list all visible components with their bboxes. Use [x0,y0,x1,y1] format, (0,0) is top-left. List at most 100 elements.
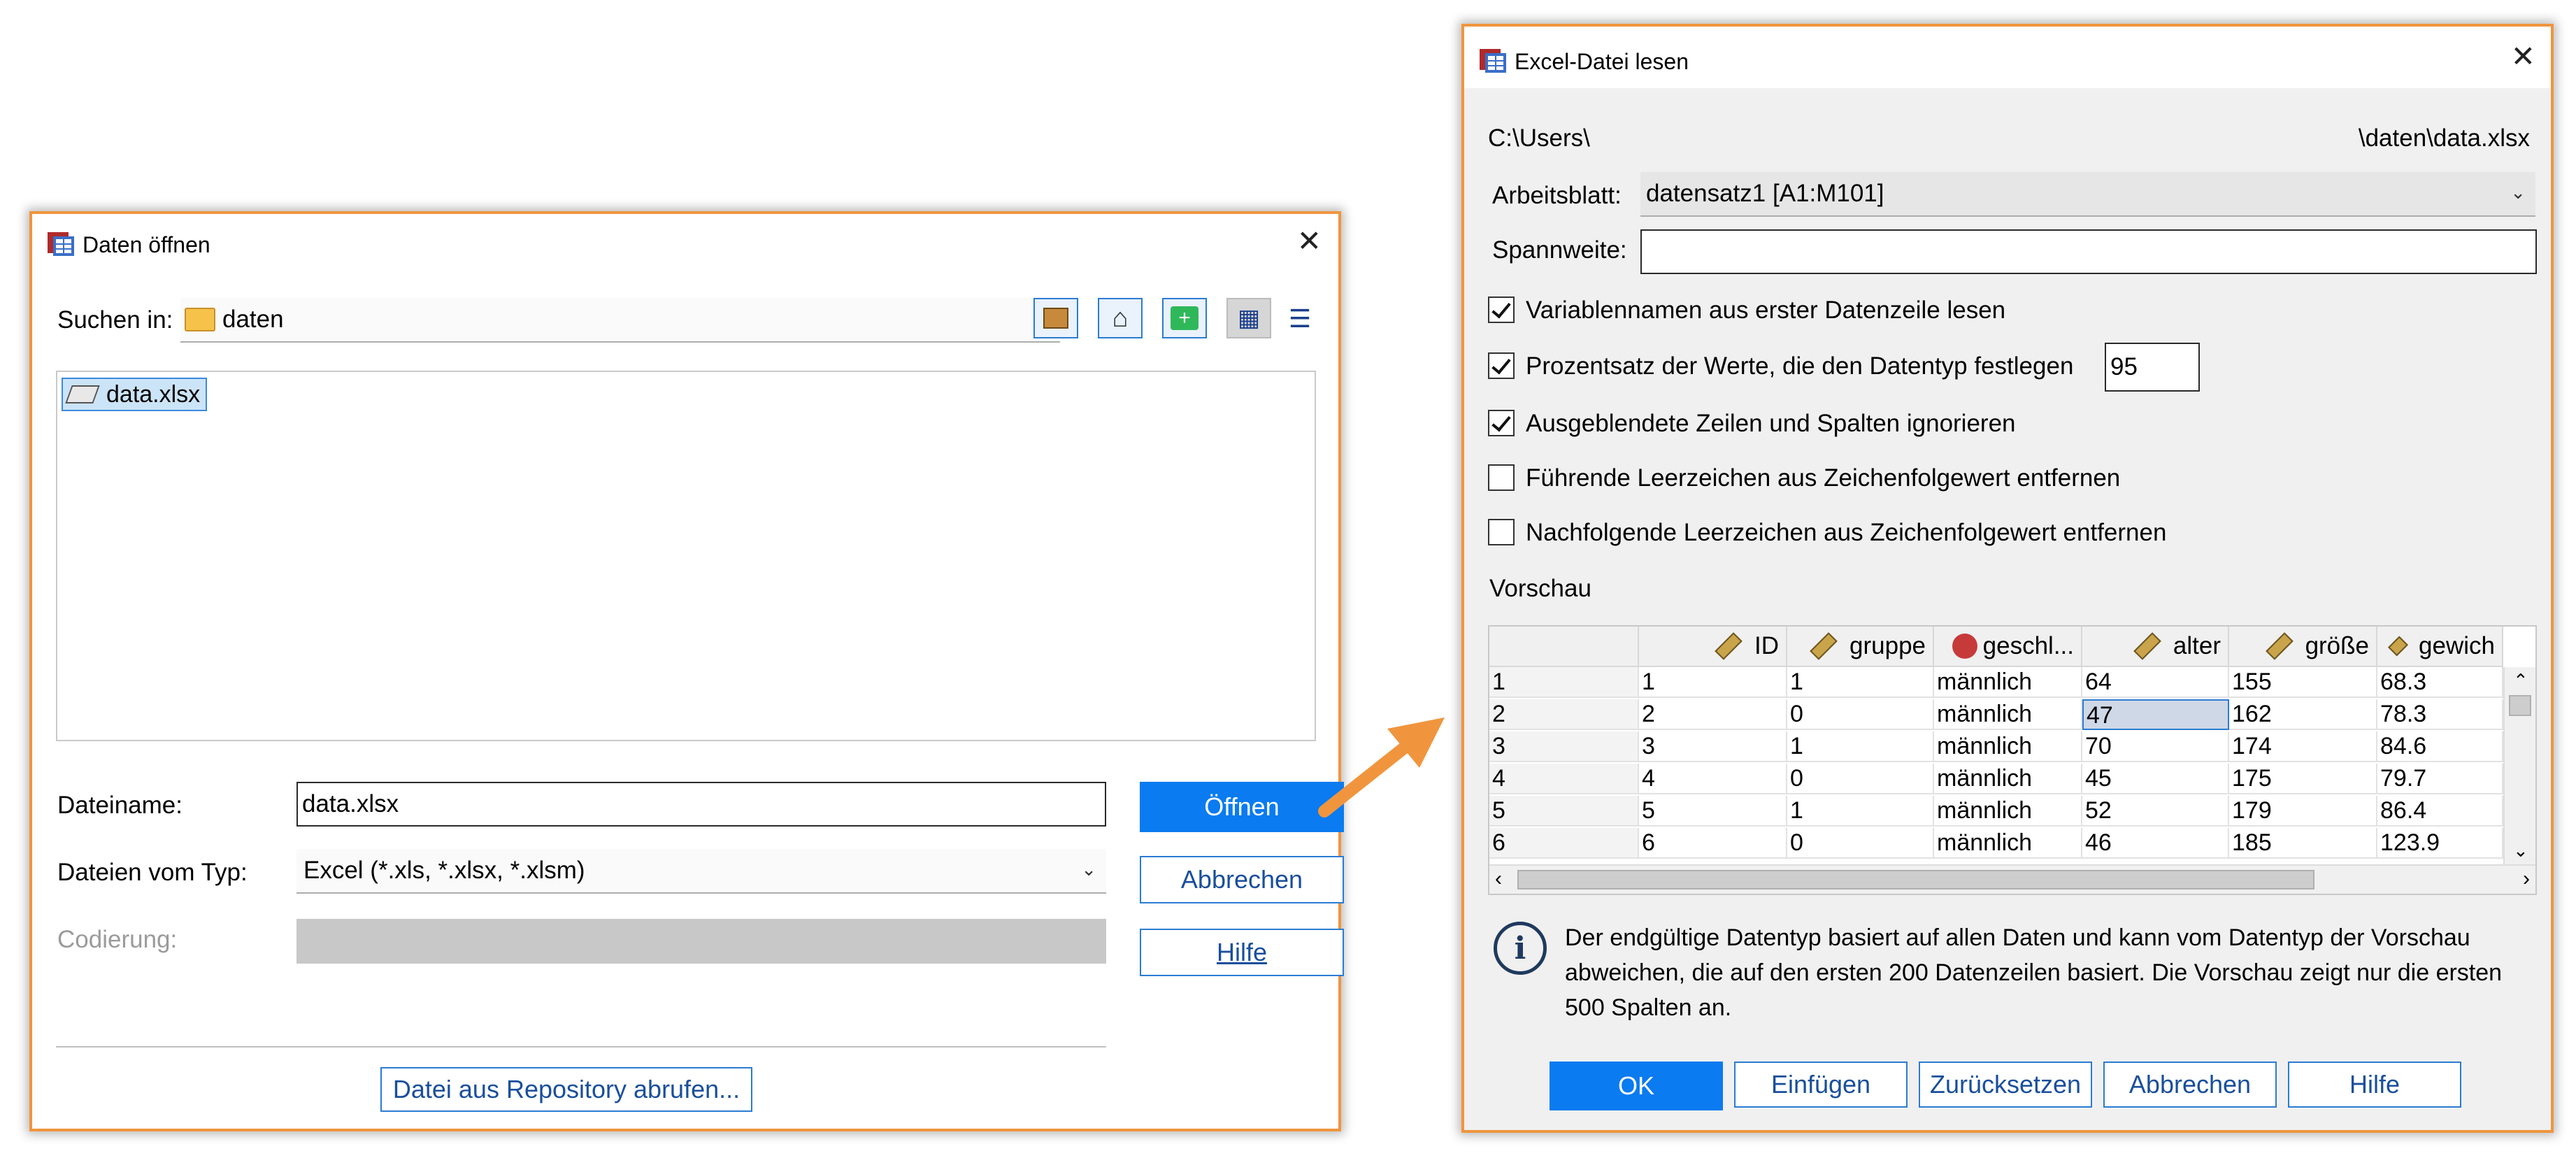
checkbox-percent-values[interactable] [1488,352,1515,379]
grid-cell[interactable]: 6 [1639,828,1787,859]
chevron-up-icon[interactable]: ⌃ [2513,670,2528,692]
grid-cell[interactable]: 64 [2082,667,2229,698]
up-folder-button[interactable] [1033,298,1078,338]
look-in-dropdown[interactable]: daten ⌄ [180,298,1060,343]
grid-cell[interactable]: 1 [1787,667,1934,698]
checkbox-read-variable-names[interactable] [1488,296,1515,323]
new-folder-button[interactable]: + [1162,298,1207,338]
filetype-dropdown[interactable]: Excel (*.xls, *.xlsx, *.xlsm) ⌄ [296,849,1106,894]
chevron-down-icon: ⌄ [1081,858,1096,880]
column-header-gewicht[interactable]: gewich [2377,627,2503,667]
scroll-thumb[interactable] [1517,870,2314,889]
column-header-gruppe[interactable]: gruppe [1787,627,1934,667]
list-view-button[interactable]: ▦ [1226,298,1271,338]
close-icon[interactable]: ✕ [2511,42,2535,71]
grid-cell[interactable]: 179 [2229,796,2377,827]
grid-cell[interactable]: 52 [2082,796,2229,827]
filetype-value: Excel (*.xls, *.xlsx, *.xlsm) [303,857,585,884]
checkbox-ignore-hidden[interactable] [1488,410,1515,436]
grid-cell[interactable]: 155 [2229,667,2377,698]
home-button[interactable]: ⌂ [1098,298,1143,338]
grid-cell[interactable]: 86.4 [2377,796,2503,827]
option-label: Nachfolgende Leerzeichen aus Zeichenfolg… [1526,519,2167,546]
help-button[interactable]: Hilfe [1140,929,1344,976]
range-input[interactable] [1640,229,2537,274]
scroll-thumb[interactable] [2509,695,2531,716]
column-header-alter[interactable]: alter [2082,627,2229,667]
chevron-right-icon[interactable]: › [2523,867,2530,891]
option-label: Führende Leerzeichen aus Zeichenfolgewer… [1526,464,2121,492]
grid-cell[interactable]: 78.3 [2377,699,2503,730]
grid-cell[interactable]: 0 [1787,828,1934,859]
column-header-id[interactable]: ID [1639,627,1787,667]
grid-cell[interactable]: 5 [1639,796,1787,827]
grid-cell[interactable]: 174 [2229,731,2377,762]
nominal-string-icon [1952,634,1977,659]
scale-measure-icon [1810,632,1838,660]
small-icons-view-icon: ▦ [1237,305,1261,331]
grid-cell[interactable]: männlich [1934,796,2082,827]
grid-cell[interactable]: 2 [1639,699,1787,730]
grid-cell[interactable]: 68.3 [2377,667,2503,698]
preview-grid[interactable]: ID gruppe geschl... alter größe gewich 1… [1488,625,2537,895]
details-view-button[interactable]: ☰ [1284,303,1316,334]
grid-cell[interactable]: 84.6 [2377,731,2503,762]
excel-file-icon [65,385,100,403]
grid-cell[interactable]: 70 [2082,731,2229,762]
cancel-button[interactable]: Abbrechen [2103,1062,2277,1108]
help-button[interactable]: Hilfe [2288,1062,2461,1108]
column-header-groesse[interactable]: größe [2229,627,2377,667]
grid-cell[interactable]: 1 [1639,667,1787,698]
scale-measure-icon [2133,632,2161,660]
grid-cell[interactable]: 123.9 [2377,828,2503,859]
path-suffix: \daten\data.xlsx [2358,124,2530,152]
grid-cell[interactable]: männlich [1934,764,2082,794]
grid-cell[interactable]: 162 [2229,699,2377,730]
ok-button[interactable]: OK [1550,1062,1723,1110]
orange-arrow [1318,717,1445,817]
chevron-down-icon[interactable]: ⌄ [2513,840,2528,862]
grid-cell[interactable]: 3 [1639,731,1787,762]
grid-cell[interactable]: 0 [1787,699,1934,730]
folder-icon [185,308,215,331]
grid-cell[interactable]: 79.7 [2377,764,2503,794]
file-list[interactable]: data.xlsx [56,371,1316,741]
dialog-title: Daten öffnen [83,232,210,257]
grid-cell[interactable]: 46 [2082,828,2229,859]
horizontal-scrollbar[interactable]: ‹ › [1489,864,2535,894]
worksheet-value: datensatz1 [A1:M101] [1646,180,1884,207]
grid-cell[interactable]: männlich [1934,667,2082,698]
grid-cell[interactable]: 185 [2229,828,2377,859]
close-icon[interactable]: ✕ [1297,227,1322,256]
repository-button[interactable]: Datei aus Repository abrufen... [380,1067,752,1112]
chevron-left-icon[interactable]: ‹ [1495,867,1502,891]
grid-cell[interactable]: 4 [1639,764,1787,794]
up-folder-icon [1043,308,1068,329]
filename-input[interactable]: data.xlsx [296,782,1106,827]
grid-cell[interactable]: männlich [1934,731,2082,762]
grid-cell[interactable]: 0 [1787,764,1934,794]
grid-cell[interactable]: 45 [2082,764,2229,794]
paste-button[interactable]: Einfügen [1734,1062,1908,1108]
look-in-value: daten [222,306,284,333]
cancel-button[interactable]: Abbrechen [1140,856,1344,903]
worksheet-dropdown[interactable]: datensatz1 [A1:M101] ⌄ [1640,172,2535,217]
grid-cell[interactable]: männlich [1934,828,2082,859]
grid-cell[interactable]: 175 [2229,764,2377,794]
range-label: Spannweite: [1492,236,1627,264]
row-number: 4 [1489,764,1639,794]
grid-cell[interactable]: 47 [2082,699,2229,730]
column-header-geschlecht[interactable]: geschl... [1934,627,2082,667]
vertical-scrollbar[interactable]: ⌃ ⌄ [2503,667,2535,864]
file-item[interactable]: data.xlsx [62,378,208,411]
checkbox-remove-trailing-spaces[interactable] [1488,519,1515,545]
spss-app-icon [46,228,77,259]
grid-cell[interactable]: männlich [1934,699,2082,730]
checkbox-remove-leading-spaces[interactable] [1488,464,1515,491]
reset-button[interactable]: Zurücksetzen [1919,1062,2092,1108]
encoding-label: Codierung: [57,926,178,953]
grid-cell[interactable]: 1 [1787,796,1934,827]
percent-input[interactable]: 95 [2105,343,2200,392]
grid-cell[interactable]: 1 [1787,731,1934,762]
open-button[interactable]: Öffnen [1140,782,1344,832]
